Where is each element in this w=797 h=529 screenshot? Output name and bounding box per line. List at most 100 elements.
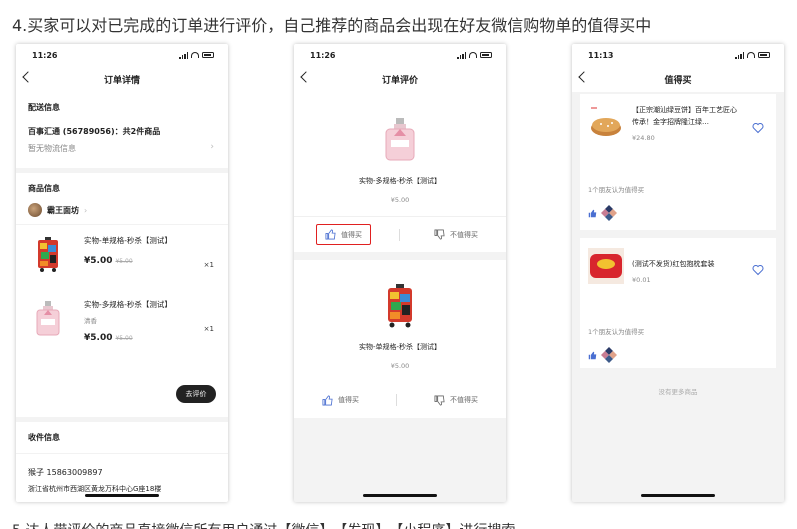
worth-item-card[interactable]: (测试不发货)红包抱枕套装 ¥0.01 1个朋友认为值得买	[580, 238, 776, 368]
product-spec: 清香	[84, 317, 97, 325]
phone-order-detail: 11:26 订单详情 配送信息 百事汇通 (56789056)：共2件商品 暂无…	[16, 44, 228, 502]
thumbs-down-icon	[434, 395, 445, 405]
product-old-price: ¥5.00	[115, 258, 133, 265]
worth-item-card[interactable]: 【正宗潮汕绿豆饼】百年工艺匠心传承！金字招牌隆江绿… ¥24.80 1个朋友认为…	[580, 94, 776, 230]
status-icons	[179, 51, 214, 59]
thumbs-up-icon	[588, 351, 597, 359]
perfume-thumbnail	[380, 118, 420, 162]
worth-buying-button[interactable]: 值得买	[316, 224, 371, 245]
status-icons	[457, 51, 492, 59]
not-worth-buying-button[interactable]: 不值得买	[428, 392, 484, 409]
heart-icon[interactable]	[752, 264, 764, 276]
not-worth-buying-button[interactable]: 不值得买	[428, 226, 484, 243]
thumbs-up-icon	[325, 229, 336, 240]
phone-worth-buying: 11:13 值得买 【正宗潮汕绿豆饼】百年工艺匠心传承！金字招牌隆江绿… ¥24…	[572, 44, 784, 502]
order-product[interactable]: 实物-多规格-秒杀【测试】 清香 ¥5.00 ¥5.00 ×1	[16, 289, 228, 351]
avatar	[601, 347, 617, 363]
avatar	[601, 205, 617, 221]
review-product-name: 实物-单规格-秒杀【测试】	[358, 343, 442, 351]
delivery-status: 暂无物流信息	[28, 144, 76, 153]
worth-buying-label: 值得买	[338, 396, 359, 404]
goods-section: 商品信息 霸王面坊 › 实物-单规格-秒杀【测试】 ¥5.00 ¥5.00 ×1 …	[16, 173, 228, 417]
chevron-right-icon: ›	[210, 142, 214, 152]
status-bar: 11:26	[16, 44, 228, 66]
receiver-title: 收件信息	[16, 422, 228, 454]
page-title: 订单评价	[381, 75, 418, 86]
product-price: ¥5.00	[84, 256, 113, 266]
nav-bar: 值得买	[572, 66, 784, 92]
product-name: 实物-多规格-秒杀【测试】	[84, 300, 172, 309]
nav-bar: 订单详情	[16, 66, 228, 92]
goods-title: 商品信息	[28, 184, 60, 193]
product-old-price: ¥5.00	[115, 335, 133, 342]
home-indicator	[641, 494, 715, 497]
signal-icon	[735, 51, 744, 59]
phone-order-review: 11:26 订单评价 实物-多规格-秒杀【测试】 ¥5.00 值得买 不值得买	[294, 44, 506, 502]
delivery-status-row[interactable]: 暂无物流信息 ›	[16, 140, 228, 157]
friends-count: 1个朋友认为值得买	[588, 328, 645, 336]
wifi-icon	[747, 52, 755, 58]
review-product-price: ¥5.00	[390, 362, 410, 370]
product-name: 实物-单规格-秒杀【测试】	[84, 236, 172, 245]
review-product-price: ¥5.00	[390, 196, 410, 204]
wifi-icon	[191, 52, 199, 58]
review-button[interactable]: 去评价	[176, 385, 216, 403]
status-bar: 11:26	[294, 44, 506, 66]
page-title: 值得买	[664, 75, 692, 86]
not-worth-buying-label: 不值得买	[450, 396, 478, 404]
order-product[interactable]: 实物-单规格-秒杀【测试】 ¥5.00 ¥5.00 ×1	[16, 225, 228, 287]
delivery-section: 配送信息 百事汇通 (56789056)：共2件商品 暂无物流信息 ›	[16, 92, 228, 168]
signal-icon	[179, 51, 188, 59]
luggage-thumbnail	[28, 235, 68, 275]
bottom-caption: 5.达人带评价的商品直接微信所有用户通过【微信】、【发现】、【小程序】进行搜索	[12, 520, 515, 529]
product-price: ¥5.00	[84, 333, 113, 343]
page-title: 订单详情	[103, 75, 140, 86]
friend-avatars	[588, 204, 768, 222]
review-actions: 值得买 不值得买	[294, 382, 506, 418]
luggage-thumbnail	[380, 284, 420, 328]
status-time: 11:26	[32, 50, 58, 60]
thumbs-down-icon	[434, 229, 445, 240]
status-icons	[735, 51, 770, 59]
no-more-text: 没有更多商品	[658, 388, 698, 396]
battery-icon	[480, 52, 492, 58]
status-time: 11:26	[310, 50, 336, 60]
delivery-title: 配送信息	[28, 103, 60, 112]
receiver-section: 收件信息 猴子 15863009897 浙江省杭州市西湖区黄龙万科中心G座18楼	[16, 422, 228, 502]
worth-buying-button[interactable]: 值得买	[316, 392, 365, 409]
divider	[399, 228, 400, 241]
delivery-company: 百事汇通 (56789056)：共2件商品	[28, 127, 161, 136]
friends-count: 1个朋友认为值得买	[588, 186, 645, 194]
not-worth-buying-label: 不值得买	[450, 230, 478, 239]
review-item: 实物-多规格-秒杀【测试】 ¥5.00 值得买 不值得买	[294, 92, 506, 252]
battery-icon	[202, 52, 214, 58]
review-product-name: 实物-多规格-秒杀【测试】	[358, 177, 442, 185]
thumbs-up-icon	[322, 395, 333, 405]
home-indicator	[85, 494, 159, 497]
worth-item-price: ¥0.01	[632, 276, 651, 284]
product-qty: ×1	[203, 325, 214, 333]
status-time: 11:13	[588, 50, 614, 60]
heart-icon[interactable]	[752, 122, 764, 134]
worth-item-name: (测试不发货)红包抱枕套装	[632, 260, 715, 268]
back-icon[interactable]	[578, 71, 590, 83]
wifi-icon	[469, 52, 477, 58]
back-icon[interactable]	[300, 71, 312, 83]
battery-icon	[758, 52, 770, 58]
shop-avatar	[28, 203, 42, 217]
chevron-right-icon: ›	[84, 205, 88, 215]
worth-buying-label: 值得买	[341, 230, 362, 239]
nav-bar: 订单评价	[294, 66, 506, 92]
receiver-name: 猴子 15863009897	[28, 468, 103, 477]
review-item: 实物-单规格-秒杀【测试】 ¥5.00 值得买 不值得买	[294, 260, 506, 418]
review-actions: 值得买 不值得买	[294, 216, 506, 252]
friend-avatars	[588, 346, 768, 364]
worth-item-price: ¥24.80	[632, 134, 655, 142]
product-qty: ×1	[203, 261, 214, 269]
back-icon[interactable]	[22, 71, 34, 83]
mooncake-thumbnail	[588, 104, 624, 140]
page-heading: 4.买家可以对已完成的订单进行评价，自己推荐的商品会出现在好友微信购物单的值得买…	[12, 16, 652, 35]
shop-name: 霸王面坊	[47, 205, 79, 215]
shop-row[interactable]: 霸王面坊 ›	[16, 200, 228, 225]
signal-icon	[457, 51, 466, 59]
